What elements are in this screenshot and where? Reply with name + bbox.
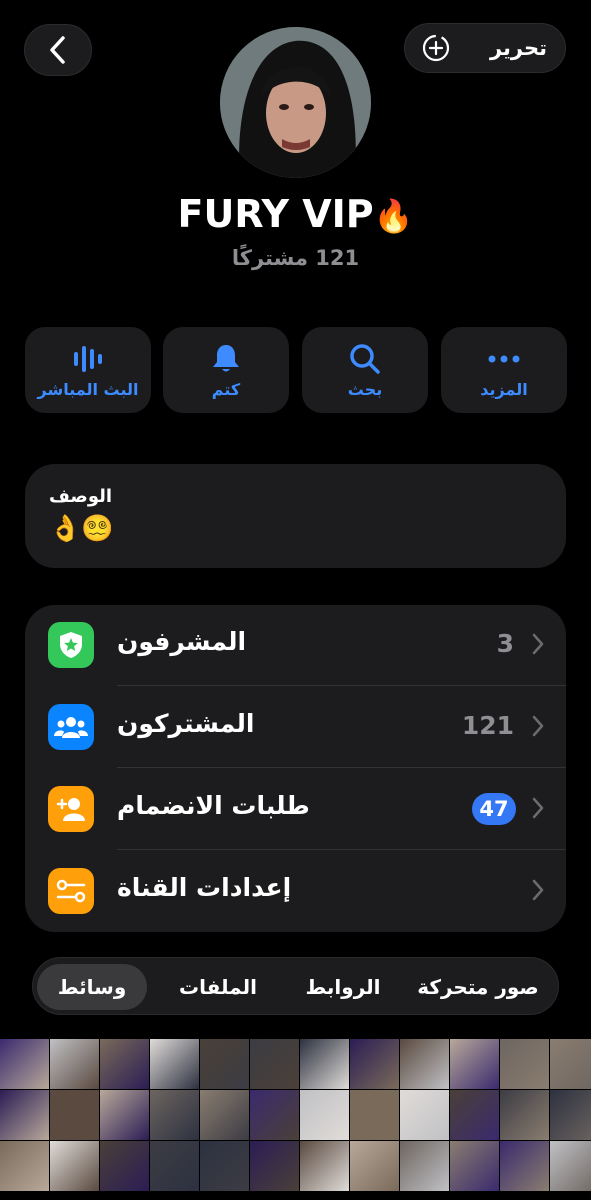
description-emoji: 👌😵‍💫 — [49, 514, 114, 544]
media-thumbnail[interactable] — [50, 1090, 99, 1140]
media-thumbnail[interactable] — [500, 1141, 549, 1191]
media-thumbnail[interactable] — [0, 1090, 49, 1140]
tab-links[interactable]: الروابط — [288, 964, 398, 1010]
shield-star-icon — [48, 622, 94, 668]
live-stream-button[interactable]: البث المباشر — [25, 327, 151, 413]
live-stream-icon — [74, 345, 102, 372]
chevron-right-icon — [532, 633, 544, 655]
tab-files[interactable]: الملفات — [163, 964, 273, 1010]
media-thumbnail[interactable] — [0, 1039, 49, 1089]
join-requests-label: طلبات الانضمام — [117, 791, 310, 820]
media-thumbnail[interactable] — [300, 1141, 349, 1191]
search-icon — [350, 343, 380, 374]
live-stream-label: البث المباشر — [37, 379, 139, 399]
media-thumbnail[interactable] — [200, 1039, 249, 1089]
description-card: الوصف 👌😵‍💫 — [25, 464, 566, 568]
settings-toggle-icon — [48, 868, 94, 914]
divider — [117, 685, 566, 686]
media-thumbnail[interactable] — [100, 1039, 149, 1089]
search-label: بحث — [347, 379, 383, 399]
channel-settings-label: إعدادات القناة — [117, 873, 292, 902]
chevron-right-icon — [532, 715, 544, 737]
media-thumbnail[interactable] — [350, 1039, 399, 1089]
media-thumbnail[interactable] — [350, 1090, 399, 1140]
media-thumbnail[interactable] — [250, 1090, 299, 1140]
channel-info-list: المشرفون 3 المشتركون 121 طلبات الانضمام … — [25, 605, 566, 932]
media-tabs: صور متحركة الروابط الملفات وسائط — [32, 957, 559, 1015]
bell-icon — [213, 344, 239, 371]
media-thumbnail[interactable] — [150, 1090, 199, 1140]
divider — [117, 767, 566, 768]
chevron-right-icon — [532, 879, 544, 901]
media-thumbnail[interactable] — [250, 1141, 299, 1191]
media-thumbnail[interactable] — [150, 1141, 199, 1191]
list-item-admins[interactable]: المشرفون 3 — [25, 605, 566, 686]
subscribers-count: 121 — [461, 711, 514, 740]
subscribers-label: المشتركون — [117, 709, 255, 738]
flame-emoji: 🔥 — [373, 197, 414, 235]
channel-avatar[interactable] — [220, 27, 371, 178]
media-thumbnail[interactable] — [350, 1141, 399, 1191]
list-item-subscribers[interactable]: المشتركون 121 — [25, 687, 566, 768]
media-thumbnail[interactable] — [150, 1039, 199, 1089]
people-icon — [48, 704, 94, 750]
channel-title: FURY VIP🔥 — [0, 192, 591, 236]
media-thumbnail[interactable] — [100, 1141, 149, 1191]
edit-button[interactable]: تحرير — [404, 23, 566, 73]
media-thumbnail[interactable] — [200, 1090, 249, 1140]
tab-gifs[interactable]: صور متحركة — [403, 964, 553, 1010]
media-thumbnail[interactable] — [250, 1039, 299, 1089]
media-thumbnail[interactable] — [400, 1141, 449, 1191]
media-thumbnail[interactable] — [550, 1090, 591, 1140]
list-item-join-requests[interactable]: طلبات الانضمام 47 — [25, 769, 566, 850]
back-button[interactable] — [24, 24, 92, 76]
media-thumbnail[interactable] — [550, 1039, 591, 1089]
media-thumbnail[interactable] — [200, 1141, 249, 1191]
media-thumbnail[interactable] — [50, 1039, 99, 1089]
media-grid — [0, 1039, 591, 1200]
tab-media[interactable]: وسائط — [37, 964, 147, 1010]
divider — [117, 849, 566, 850]
mute-button[interactable]: كتم — [163, 327, 289, 413]
avatar-image — [220, 27, 371, 178]
media-thumbnail[interactable] — [400, 1039, 449, 1089]
admins-label: المشرفون — [117, 627, 247, 656]
description-title: الوصف — [49, 486, 113, 507]
more-label: المزيد — [480, 379, 528, 399]
media-thumbnail[interactable] — [500, 1039, 549, 1089]
admins-count: 3 — [496, 629, 514, 658]
media-thumbnail[interactable] — [450, 1141, 499, 1191]
add-circle-icon — [422, 34, 450, 62]
add-person-icon — [48, 786, 94, 832]
media-thumbnail[interactable] — [500, 1090, 549, 1140]
media-thumbnail[interactable] — [300, 1039, 349, 1089]
media-thumbnail[interactable] — [300, 1090, 349, 1140]
search-button[interactable]: بحث — [302, 327, 428, 413]
list-item-channel-settings[interactable]: إعدادات القناة — [25, 851, 566, 932]
chevron-left-icon — [50, 36, 65, 64]
media-thumbnail[interactable] — [0, 1141, 49, 1191]
more-icon — [488, 355, 520, 362]
subscriber-count: 121 مشتركًا — [231, 246, 360, 270]
media-thumbnail[interactable] — [400, 1090, 449, 1140]
more-button[interactable]: المزيد — [441, 327, 567, 413]
mute-label: كتم — [211, 379, 241, 399]
join-requests-badge: 47 — [472, 793, 516, 825]
media-thumbnail[interactable] — [450, 1090, 499, 1140]
chevron-right-icon — [532, 797, 544, 819]
media-thumbnail[interactable] — [450, 1039, 499, 1089]
media-thumbnail[interactable] — [550, 1141, 591, 1191]
media-thumbnail[interactable] — [50, 1141, 99, 1191]
edit-label: تحرير — [489, 36, 547, 60]
channel-name: FURY VIP — [177, 192, 374, 236]
media-thumbnail[interactable] — [100, 1090, 149, 1140]
